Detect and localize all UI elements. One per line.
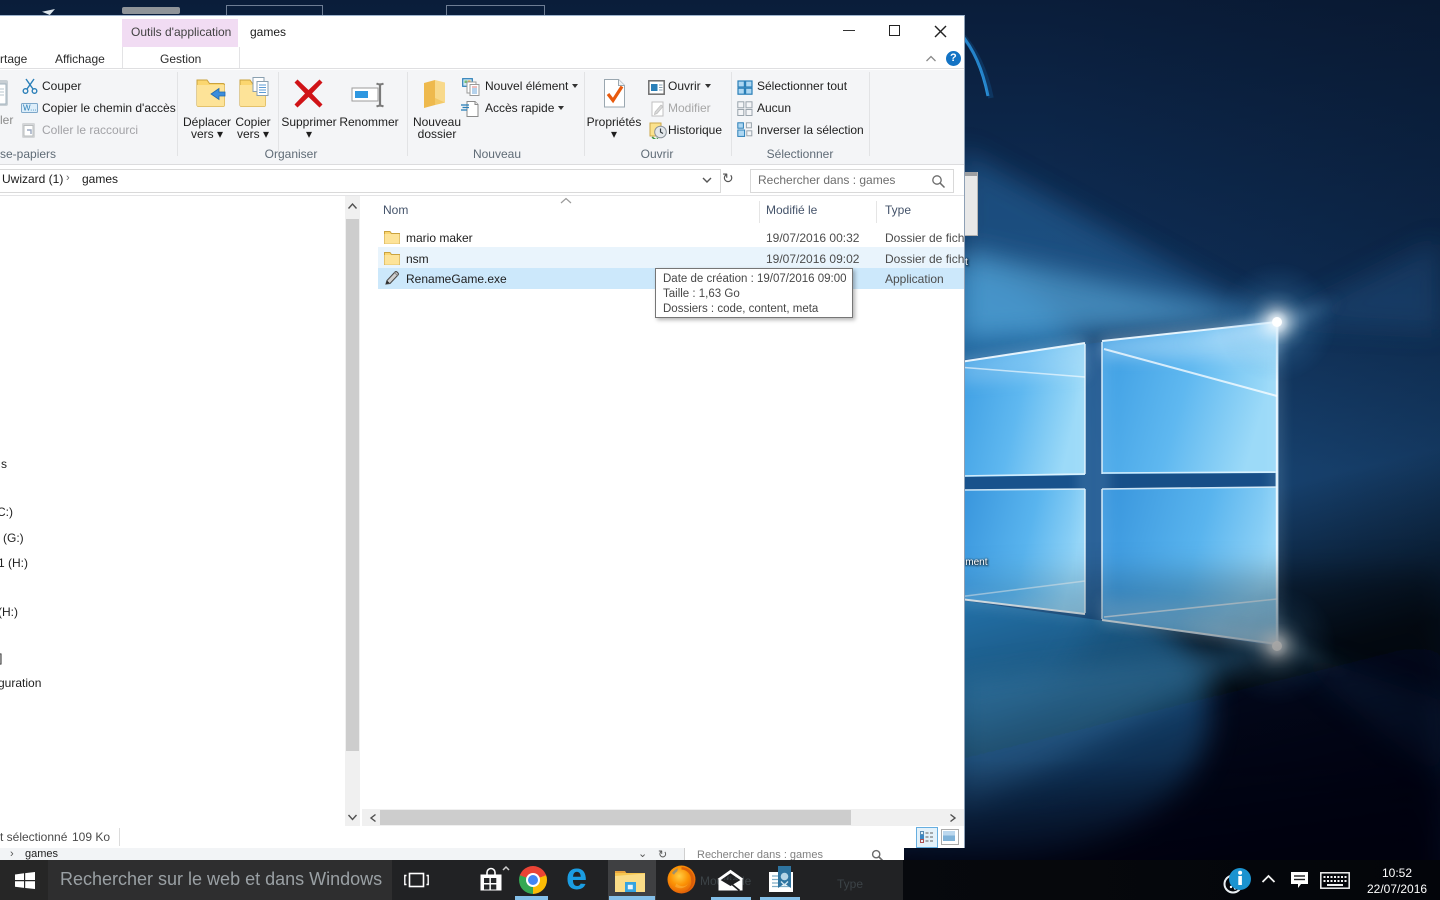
svg-text:W...: W... <box>23 104 37 113</box>
